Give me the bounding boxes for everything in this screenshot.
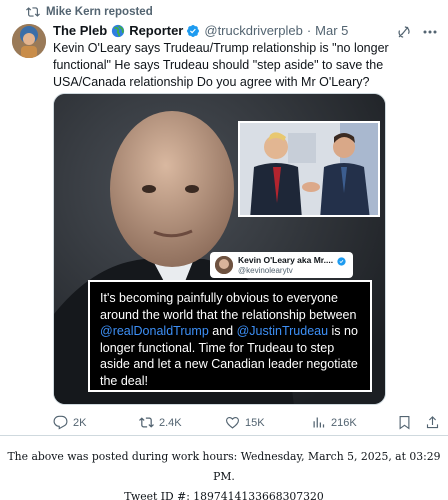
heart-icon [225, 416, 240, 429]
reply-count: 2K [73, 416, 87, 429]
author-avatar[interactable] [12, 24, 46, 58]
quoted-tweet-text: It's becoming painfully obvious to every… [88, 280, 372, 392]
avatar-image [12, 24, 46, 58]
post-date[interactable]: Mar 5 [315, 23, 348, 38]
repost-indicator[interactable]: Mike Kern reposted [26, 5, 153, 19]
footer-caption: The above was posted during work hours: … [0, 447, 448, 500]
like-button[interactable]: 15K [225, 415, 265, 430]
globe-emoji-icon [112, 24, 125, 37]
share-icon[interactable] [425, 415, 440, 430]
repost-button[interactable]: 2.4K [139, 415, 182, 430]
grok-icon[interactable] [396, 24, 412, 40]
reply-icon [53, 415, 68, 430]
quoted-account-name: Kevin O'Leary aka Mr.... [238, 255, 334, 265]
footer-line-2: Tweet ID #: 1897414133668307320 [124, 490, 324, 500]
author-handle[interactable]: @truckdriverpleb [204, 23, 302, 38]
mention-realdonaldtrump: @realDonaldTrump [100, 324, 209, 338]
repost-action-icon [139, 417, 154, 428]
post-header: The Pleb Reporter @truckdriverpleb · Mar… [53, 23, 348, 38]
verified-badge-icon [187, 24, 200, 37]
post[interactable]: Mike Kern reposted The Pleb Reporter @tr… [0, 0, 448, 436]
like-count: 15K [245, 416, 265, 429]
author-name[interactable]: The Pleb [53, 23, 107, 38]
footer-line-1: The above was posted during work hours: … [7, 450, 441, 483]
quoted-verified-icon [337, 257, 346, 266]
repost-label: Mike Kern reposted [46, 6, 153, 18]
quoted-account-handle: @kevinolearytv [238, 266, 293, 275]
more-options-icon[interactable] [422, 25, 438, 39]
action-bar: 2K 2.4K 15K 216K [53, 415, 443, 431]
quote-text-part2: and [208, 324, 237, 338]
bookmark-icon[interactable] [397, 415, 412, 430]
quote-text-part1: It's becoming painfully obvious to every… [100, 291, 357, 322]
views-button[interactable]: 216K [311, 415, 357, 430]
reply-button[interactable]: 2K [53, 415, 86, 430]
handshake-illustration [240, 123, 378, 215]
quoted-account-avatar [215, 256, 233, 274]
separator-dot: · [306, 23, 312, 38]
trump-trudeau-photo [238, 121, 380, 217]
quoted-account-card: Kevin O'Leary aka Mr.... @kevinolearytv [210, 252, 353, 278]
repost-icon [26, 7, 40, 17]
author-name-second[interactable]: Reporter [129, 23, 183, 38]
post-image[interactable]: Kevin O'Leary aka Mr.... @kevinolearytv … [53, 93, 386, 405]
mention-justintrudeau: @JustinTrudeau [236, 324, 329, 338]
views-count: 216K [331, 416, 357, 429]
post-text: Kevin O'Leary says Trudeau/Trump relatio… [53, 41, 389, 89]
repost-count: 2.4K [159, 416, 182, 429]
views-chart-icon [313, 417, 325, 428]
